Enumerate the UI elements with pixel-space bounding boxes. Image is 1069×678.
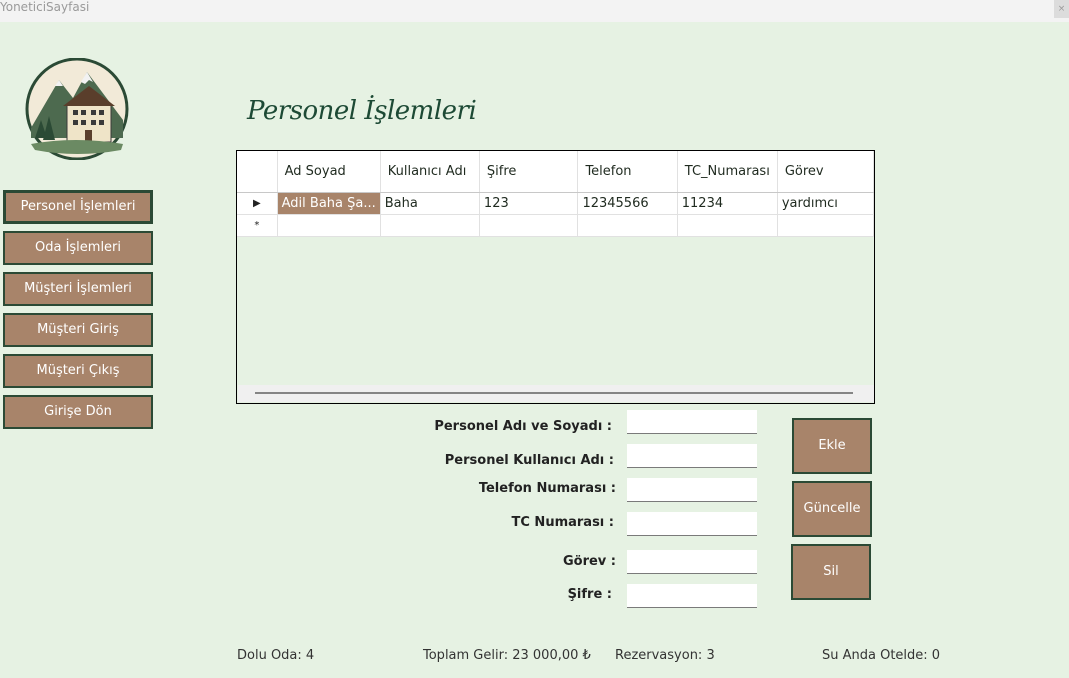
- tc-input[interactable]: [627, 512, 757, 536]
- grid-cell[interactable]: 11234: [677, 192, 778, 215]
- nav-girise-don[interactable]: Girişe Dön: [3, 395, 153, 429]
- title-bar: YoneticiSayfasi ×: [0, 0, 1069, 22]
- column-header-kullanici-adi[interactable]: Kullanıcı Adı: [380, 151, 480, 193]
- personnel-grid[interactable]: Ad Soyad Kullanıcı Adı Şifre Telefon TC_…: [236, 150, 875, 404]
- current-row-indicator-icon[interactable]: ▶: [237, 192, 278, 215]
- grid-cell[interactable]: 12345566: [577, 192, 678, 215]
- role-input[interactable]: [627, 550, 757, 574]
- horizontal-scrollbar[interactable]: [238, 385, 874, 402]
- password-label: Şifre :: [567, 587, 612, 602]
- username-input[interactable]: [627, 444, 757, 468]
- role-label: Görev :: [562, 554, 616, 569]
- password-input[interactable]: [627, 584, 757, 608]
- scrollbar-thumb[interactable]: [255, 392, 853, 394]
- grid-cell[interactable]: [380, 214, 480, 237]
- nav-oda-islemleri[interactable]: Oda İşlemleri: [3, 231, 153, 265]
- phone-input[interactable]: [627, 478, 757, 502]
- column-header-sifre[interactable]: Şifre: [479, 151, 579, 193]
- tc-label: TC Numarası :: [511, 515, 615, 530]
- total-revenue-stat: Toplam Gelir: 23 000,00 ₺: [423, 648, 591, 663]
- grid-header-row: Ad Soyad Kullanıcı Adı Şifre Telefon TC_…: [237, 151, 874, 193]
- column-header-tc-numarasi[interactable]: TC_Numarası: [677, 151, 778, 193]
- delete-button[interactable]: Sil: [791, 544, 871, 600]
- column-header-ad-soyad[interactable]: Ad Soyad: [277, 151, 381, 193]
- guests-in-hotel-stat: Su Anda Otelde: 0: [822, 648, 941, 663]
- grid-cell[interactable]: yardımcı: [777, 192, 874, 215]
- name-input[interactable]: [627, 410, 757, 434]
- window-title: YoneticiSayfasi: [0, 0, 90, 14]
- new-row-indicator-icon[interactable]: *: [237, 214, 278, 237]
- table-row[interactable]: ▶ Adil Baha Şa... Baha 123 12345566 1123…: [237, 192, 874, 215]
- nav-personel-islemleri[interactable]: Personel İşlemleri: [3, 190, 153, 224]
- username-label: Personel Kullanıcı Adı :: [444, 453, 614, 468]
- phone-label: Telefon Numarası :: [478, 481, 616, 496]
- reservations-stat: Rezervasyon: 3: [615, 648, 715, 663]
- name-label: Personel Adı ve Soyadı :: [434, 419, 612, 434]
- grid-corner[interactable]: [237, 151, 278, 193]
- hotel-logo: [25, 58, 129, 160]
- occupied-rooms-stat: Dolu Oda: 4: [237, 648, 315, 663]
- grid-cell[interactable]: [277, 214, 381, 237]
- grid-cell[interactable]: [479, 214, 579, 237]
- column-header-gorev[interactable]: Görev: [777, 151, 874, 193]
- add-button[interactable]: Ekle: [792, 418, 872, 474]
- grid-cell[interactable]: [677, 214, 778, 237]
- nav-musteri-islemleri[interactable]: Müşteri İşlemleri: [3, 272, 153, 306]
- grid-cell[interactable]: [577, 214, 678, 237]
- page-title: Personel İşlemleri: [247, 96, 477, 126]
- column-header-telefon[interactable]: Telefon: [577, 151, 678, 193]
- nav-musteri-cikis[interactable]: Müşteri Çıkış: [3, 354, 153, 388]
- update-button[interactable]: Güncelle: [792, 481, 872, 537]
- grid-cell[interactable]: Baha: [380, 192, 480, 215]
- close-icon[interactable]: ×: [1054, 0, 1069, 18]
- grid-cell[interactable]: [777, 214, 874, 237]
- new-row[interactable]: *: [237, 214, 874, 237]
- grid-cell[interactable]: 123: [479, 192, 579, 215]
- nav-musteri-giris[interactable]: Müşteri Giriş: [3, 313, 153, 347]
- grid-cell[interactable]: Adil Baha Şa...: [277, 192, 381, 215]
